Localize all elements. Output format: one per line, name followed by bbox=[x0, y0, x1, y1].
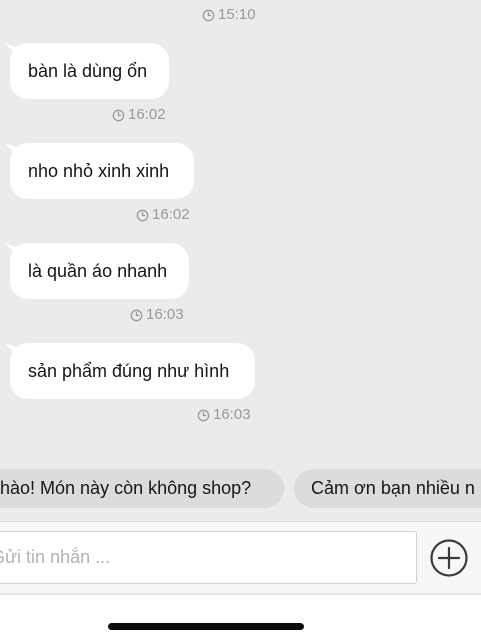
clock-icon bbox=[202, 9, 215, 21]
message-bubble[interactable]: nho nhỏ xinh xinh bbox=[5, 143, 194, 199]
message-timestamp: 16:03 bbox=[197, 406, 251, 424]
clock-icon bbox=[112, 109, 125, 121]
message-text: bàn là dùng ổn bbox=[28, 60, 148, 81]
message-bubble[interactable]: sản phẩm đúng như hình bbox=[5, 343, 255, 399]
message-text: nho nhỏ xinh xinh bbox=[28, 160, 170, 181]
quick-reply-chip[interactable]: Cảm ơn bạn nhiều n bbox=[294, 469, 481, 508]
clock-icon bbox=[130, 309, 143, 321]
message-composer bbox=[0, 521, 481, 594]
clock-icon bbox=[197, 409, 210, 421]
quick-reply-bar: hào! Món này còn không shop? Cảm ơn bạn … bbox=[0, 469, 481, 509]
clock-icon bbox=[136, 209, 149, 221]
message-input[interactable] bbox=[0, 531, 417, 584]
timestamp-text: 16:03 bbox=[213, 406, 251, 423]
timestamp-text: 16:02 bbox=[152, 206, 190, 223]
message-bubble[interactable]: là quần áo nhanh bbox=[5, 243, 189, 299]
bubble-tail bbox=[5, 143, 23, 161]
bubble-tail bbox=[5, 343, 23, 361]
message-timestamp: 16:02 bbox=[136, 206, 190, 224]
chat-thread: 15:10 bàn là dùng ổn 16:02 nho nhỏ xinh … bbox=[0, 0, 481, 460]
message-timestamp: 16:02 bbox=[112, 106, 166, 124]
bubble-tail bbox=[5, 43, 23, 61]
quick-reply-chip[interactable]: hào! Món này còn không shop? bbox=[0, 469, 284, 508]
message-text: sản phẩm đúng như hình bbox=[28, 360, 230, 381]
bubble-tail bbox=[5, 243, 23, 261]
plus-circle-icon bbox=[430, 539, 468, 577]
message-timestamp: 16:03 bbox=[130, 306, 184, 324]
timestamp-text: 16:02 bbox=[128, 106, 166, 123]
home-indicator-area bbox=[0, 595, 481, 640]
message-bubble[interactable]: bàn là dùng ổn bbox=[5, 43, 169, 99]
message-text: là quần áo nhanh bbox=[28, 260, 168, 281]
message-timestamp: 15:10 bbox=[202, 6, 256, 24]
timestamp-text: 16:03 bbox=[146, 306, 184, 323]
timestamp-text: 15:10 bbox=[218, 6, 256, 23]
home-indicator[interactable] bbox=[108, 623, 304, 630]
add-attachment-button[interactable] bbox=[429, 538, 469, 578]
